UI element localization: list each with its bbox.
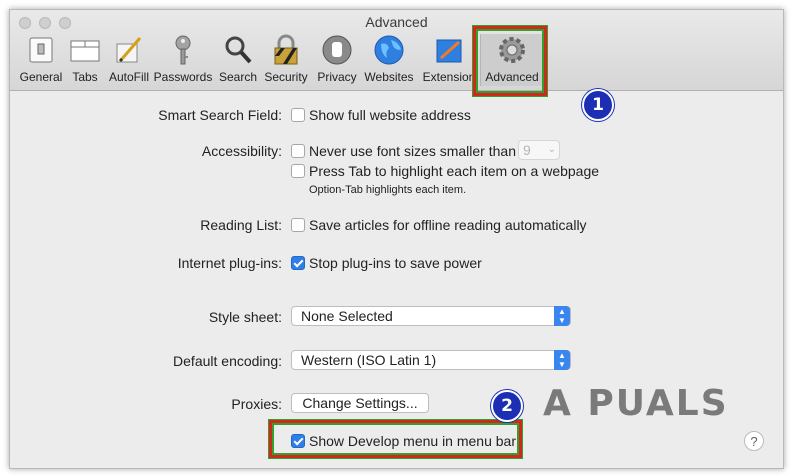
show-full-address-checkbox[interactable] bbox=[291, 108, 305, 122]
autofill-icon bbox=[116, 37, 142, 63]
press-tab-text: Press Tab to highlight each item on a we… bbox=[309, 163, 600, 179]
toolbar-tabs[interactable]: Tabs bbox=[68, 34, 102, 86]
magnifier-icon bbox=[225, 36, 252, 64]
chevron-down-icon: ⌄ bbox=[547, 144, 556, 155]
develop-highlight bbox=[269, 420, 522, 458]
toolbar-label: Passwords bbox=[153, 70, 213, 84]
key-icon bbox=[175, 35, 191, 65]
min-font-checkbox[interactable] bbox=[291, 144, 305, 158]
toolbar-label: Security bbox=[264, 70, 308, 84]
toolbar-privacy[interactable]: Privacy bbox=[314, 34, 360, 86]
stop-plugins-text: Stop plug-ins to save power bbox=[309, 255, 482, 271]
press-tab-checkbox[interactable] bbox=[291, 164, 305, 178]
font-size-value: 9 bbox=[523, 142, 531, 158]
smart-search-label: Smart Search Field: bbox=[158, 107, 282, 123]
toolbar-label: Privacy bbox=[317, 70, 357, 84]
general-icon bbox=[29, 37, 53, 63]
toolbar-passwords[interactable]: Passwords bbox=[153, 34, 213, 86]
toolbar-general[interactable]: General bbox=[16, 34, 66, 86]
encoding-select[interactable]: Western (ISO Latin 1) ▲ ▼ bbox=[291, 350, 571, 370]
reading-list-label: Reading List: bbox=[200, 217, 282, 233]
encoding-value: Western (ISO Latin 1) bbox=[301, 352, 437, 368]
accessibility-label: Accessibility: bbox=[201, 143, 282, 159]
style-sheet-label: Style sheet: bbox=[208, 309, 282, 325]
help-button[interactable]: ? bbox=[744, 431, 764, 451]
encoding-label: Default encoding: bbox=[173, 353, 282, 369]
change-settings-button[interactable]: Change Settings... bbox=[291, 393, 429, 413]
offline-reading-text: Save articles for offline reading automa… bbox=[309, 217, 587, 233]
puzzle-icon bbox=[436, 39, 462, 63]
proxies-label: Proxies: bbox=[231, 396, 282, 412]
tabs-icon bbox=[70, 40, 100, 62]
style-sheet-select[interactable]: None Selected ▲ ▼ bbox=[291, 306, 571, 326]
lock-icon bbox=[274, 34, 298, 65]
offline-reading-checkbox[interactable] bbox=[291, 218, 305, 232]
style-sheet-value: None Selected bbox=[301, 308, 393, 324]
toolbar-label: Tabs bbox=[72, 70, 98, 84]
window-title: Advanced bbox=[365, 14, 428, 30]
show-full-address-text: Show full website address bbox=[309, 107, 471, 123]
step-badge-2: 2 bbox=[491, 390, 523, 422]
hand-icon bbox=[322, 35, 352, 65]
toolbar-label: Search bbox=[218, 70, 258, 84]
advanced-highlight bbox=[473, 26, 547, 96]
stop-plugins-checkbox[interactable] bbox=[291, 256, 305, 270]
font-size-select[interactable]: 9 ⌄ bbox=[518, 140, 560, 160]
toolbar-search[interactable]: Search bbox=[216, 34, 260, 86]
globe-icon bbox=[374, 35, 404, 65]
press-tab-hint: Option-Tab highlights each item. bbox=[309, 184, 467, 196]
toolbar-websites[interactable]: Websites bbox=[362, 34, 416, 86]
updown-arrows-icon: ▲ ▼ bbox=[554, 350, 570, 370]
toolbar-label: Websites bbox=[364, 70, 414, 84]
toolbar-security[interactable]: Security bbox=[262, 34, 310, 86]
plugins-label: Internet plug-ins: bbox=[177, 255, 282, 271]
toolbar: Advanced General Tabs AutoFill Passwords… bbox=[10, 10, 783, 91]
toolbar-label: AutoFill bbox=[108, 70, 149, 84]
step-badge-1: 1 bbox=[582, 89, 614, 121]
toolbar-extensions[interactable]: Extension bbox=[420, 34, 478, 86]
watermark-logo: A PUALS bbox=[543, 383, 729, 424]
updown-arrows-icon: ▲ ▼ bbox=[554, 306, 570, 326]
min-font-text: Never use font sizes smaller than bbox=[309, 143, 516, 159]
toolbar-label: General bbox=[19, 70, 63, 84]
toolbar-label: Extension bbox=[422, 70, 476, 84]
toolbar-autofill[interactable]: AutoFill bbox=[106, 34, 152, 86]
